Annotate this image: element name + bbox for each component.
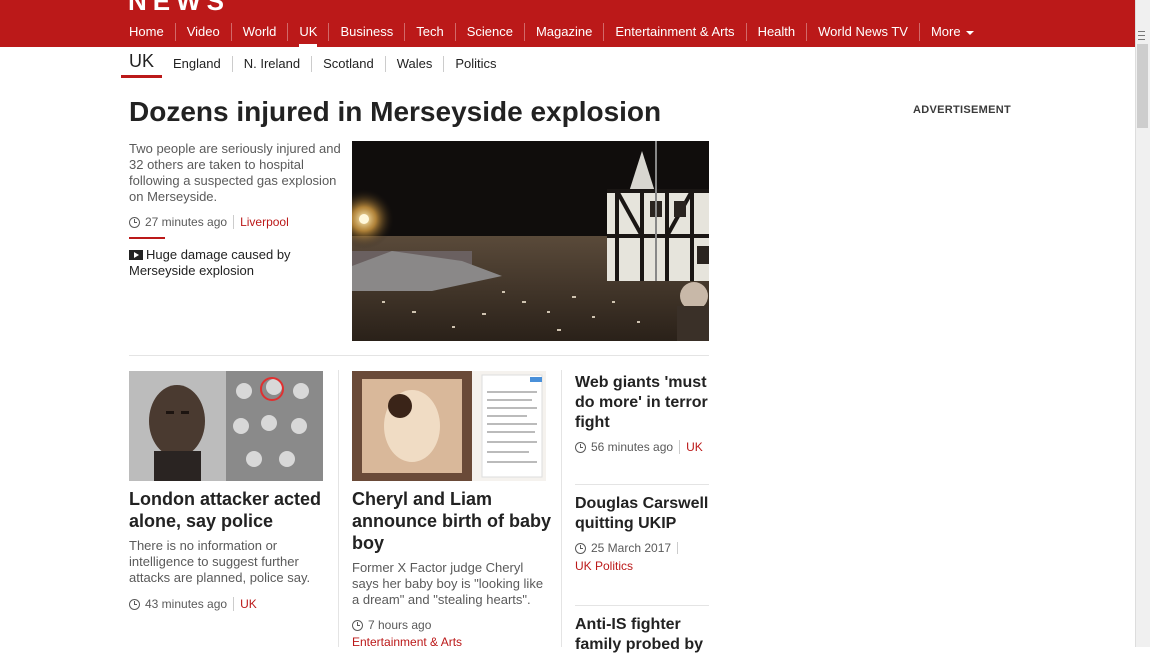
nav-item-health[interactable]: Health: [745, 23, 807, 41]
nav-item-more[interactable]: More: [918, 23, 985, 41]
nav-item-world-news-tv[interactable]: World News TV: [806, 23, 919, 41]
story-2-meta: 7 hours ago: [352, 618, 431, 632]
meta-separator: [677, 542, 684, 554]
nav-item-tech[interactable]: Tech: [404, 23, 454, 41]
subnav-link-wales[interactable]: Wales: [384, 56, 444, 72]
clock-icon: [575, 542, 586, 554]
nav-item-video[interactable]: Video: [174, 23, 231, 41]
story-1-summary: There is no information or intelligence …: [129, 538, 311, 585]
story-1-meta: 43 minutes ago UK: [129, 597, 257, 611]
lead-tag-link[interactable]: Liverpool: [233, 215, 289, 229]
subnav-link-n-ireland[interactable]: N. Ireland: [231, 56, 311, 72]
lead-headline[interactable]: Dozens injured in Merseyside explosion: [129, 96, 661, 128]
caret-down-icon: [965, 30, 974, 35]
nav-item-world[interactable]: World: [230, 23, 288, 41]
side-story-1-title[interactable]: Web giants 'must do more' in terror figh…: [575, 373, 710, 433]
side-story-2-title[interactable]: Douglas Carswell quitting UKIP: [575, 494, 710, 534]
side-story-2-tag-link[interactable]: UK Politics: [575, 559, 633, 573]
sub-nav: UK England N. Ireland Scotland Wales Pol…: [121, 51, 508, 78]
nav-item-home[interactable]: Home: [118, 23, 175, 41]
subnav-link-england[interactable]: England: [162, 56, 232, 72]
clock-icon: [129, 598, 140, 610]
nav-item-magazine[interactable]: Magazine: [523, 23, 603, 41]
related-video-link[interactable]: Huge damage caused by Merseyside explosi…: [129, 247, 344, 279]
story-2-time: 7 hours ago: [368, 618, 432, 632]
story-1-title[interactable]: London attacker acted alone, say police: [129, 488, 329, 532]
story-2-photo: [352, 371, 546, 481]
related-video-label: Huge damage caused by Merseyside explosi…: [129, 247, 291, 278]
side-story-3-title[interactable]: Anti-IS fighter family probed by: [575, 615, 710, 655]
subnav-link-scotland[interactable]: Scotland: [311, 56, 385, 72]
section-divider: [129, 355, 709, 356]
side-story-2-meta: 25 March 2017: [575, 541, 684, 555]
advertisement-label: ADVERTISEMENT: [913, 104, 1012, 116]
subnav-link-politics[interactable]: Politics: [443, 56, 507, 72]
story-2-image[interactable]: [352, 371, 546, 481]
lead-image[interactable]: [352, 141, 709, 341]
lead-time: 27 minutes ago: [145, 215, 228, 229]
column-divider: [561, 370, 562, 647]
story-2-summary: Former X Factor judge Cheryl says her ba…: [352, 560, 544, 607]
story-1-photo: [129, 371, 323, 481]
nav-item-science[interactable]: Science: [454, 23, 524, 41]
story-1-image[interactable]: [129, 371, 323, 481]
subnav-section-uk[interactable]: UK: [121, 51, 163, 78]
clock-icon: [352, 619, 363, 631]
scrollbar-thumb[interactable]: [1137, 44, 1148, 128]
side-divider: [575, 484, 709, 485]
main-nav: Home Video World UK Business Tech Scienc…: [118, 23, 985, 47]
side-story-1-time: 56 minutes ago: [591, 440, 674, 454]
related-divider: [129, 237, 165, 239]
more-label: More: [930, 24, 961, 39]
story-1-tag-link[interactable]: UK: [233, 597, 257, 611]
news-logo[interactable]: NEWS: [128, 0, 230, 17]
clock-icon: [129, 216, 140, 228]
menu-icon: [1138, 31, 1145, 40]
explosion-scene-image: [352, 141, 709, 341]
side-divider: [575, 605, 709, 606]
play-video-icon: [129, 250, 143, 260]
column-divider: [338, 370, 339, 647]
nav-item-business[interactable]: Business: [328, 23, 404, 41]
lead-summary: Two people are seriously injured and 32 …: [129, 141, 341, 204]
header-bar: NEWS Home Video World UK Business Tech S…: [0, 0, 1135, 47]
story-2-title[interactable]: Cheryl and Liam announce birth of baby b…: [352, 488, 552, 554]
side-story-1-tag-link[interactable]: UK: [679, 440, 703, 454]
clock-icon: [575, 441, 586, 453]
lead-meta: 27 minutes ago Liverpool: [129, 215, 289, 229]
nav-item-uk[interactable]: UK: [287, 23, 328, 47]
nav-item-entertainment[interactable]: Entertainment & Arts: [603, 23, 745, 41]
side-story-1-meta: 56 minutes ago UK: [575, 440, 703, 454]
side-story-2-time: 25 March 2017: [591, 541, 672, 555]
story-1-time: 43 minutes ago: [145, 597, 228, 611]
